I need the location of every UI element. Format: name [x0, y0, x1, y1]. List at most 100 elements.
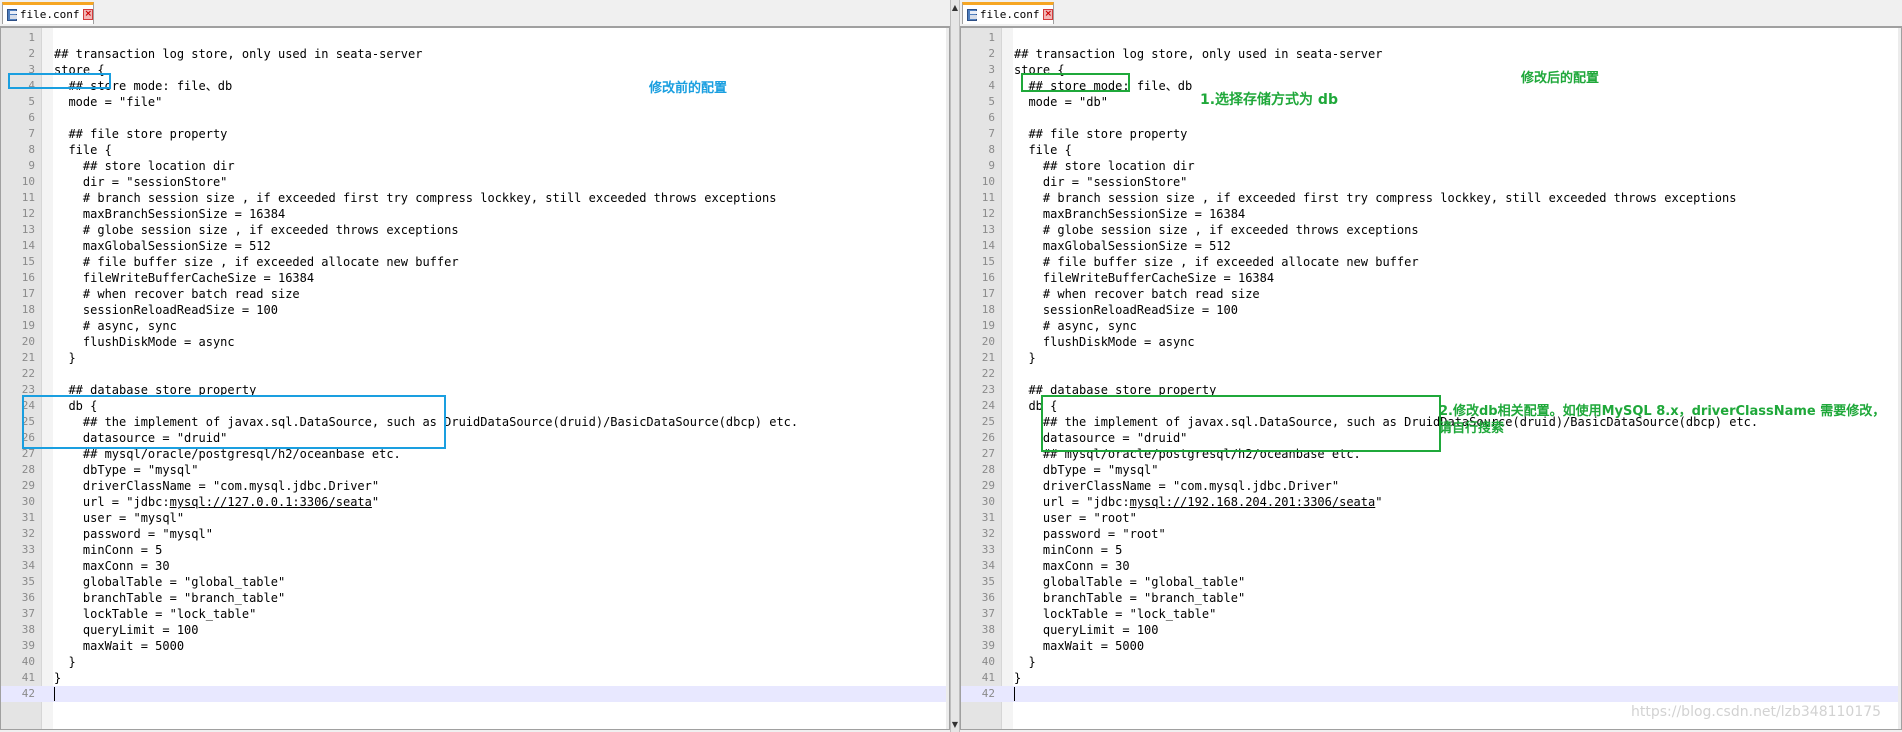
code-line[interactable]: 38 queryLimit = 100	[1, 622, 949, 638]
code-line[interactable]: 40 }	[1, 654, 949, 670]
code-line[interactable]: 35 globalTable = "global_table"	[1, 574, 949, 590]
code-line[interactable]: 34 maxConn = 30	[961, 558, 1901, 574]
code-line[interactable]: 37 lockTable = "lock_table"	[961, 606, 1901, 622]
code-line[interactable]: 10 dir = "sessionStore"	[1, 174, 949, 190]
code-line[interactable]: 12 maxBranchSessionSize = 16384	[1, 206, 949, 222]
code-line[interactable]: 19 # async, sync	[1, 318, 949, 334]
code-line[interactable]: 16 fileWriteBufferCacheSize = 16384	[961, 270, 1901, 286]
code-text: branchTable = "branch_table"	[54, 591, 286, 605]
code-line[interactable]: 31 user = "mysql"	[1, 510, 949, 526]
code-line[interactable]: 16 fileWriteBufferCacheSize = 16384	[1, 270, 949, 286]
code-line[interactable]: 32 password = "mysql"	[1, 526, 949, 542]
code-line[interactable]: 10 dir = "sessionStore"	[961, 174, 1901, 190]
code-line[interactable]: 14 maxGlobalSessionSize = 512	[1, 238, 949, 254]
code-text: sessionReloadReadSize = 100	[54, 303, 278, 317]
code-line[interactable]: 22	[961, 366, 1901, 382]
code-line[interactable]: 14 maxGlobalSessionSize = 512	[961, 238, 1901, 254]
code-line[interactable]: 18 sessionReloadReadSize = 100	[961, 302, 1901, 318]
code-line[interactable]: 17 # when recover batch read size	[961, 286, 1901, 302]
code-line[interactable]: 31 user = "root"	[961, 510, 1901, 526]
code-line[interactable]: 33 minConn = 5	[1, 542, 949, 558]
code-line[interactable]: 2 ## transaction log store, only used in …	[961, 46, 1901, 62]
code-line[interactable]: 15 # file buffer size , if exceeded allo…	[961, 254, 1901, 270]
code-line[interactable]: 36 branchTable = "branch_table"	[961, 590, 1901, 606]
code-line[interactable]: 13 # globe session size , if exceeded th…	[1, 222, 949, 238]
code-text: url = "jdbc:mysql://192.168.204.201:3306…	[1014, 495, 1383, 509]
code-line[interactable]: 21 }	[1, 350, 949, 366]
save-icon	[7, 8, 17, 21]
scrollbar-edge[interactable]	[1898, 28, 1901, 729]
code-line[interactable]: 30 url = "jdbc:mysql://127.0.0.1:3306/se…	[1, 494, 949, 510]
line-number: 7	[28, 127, 35, 140]
line-number: 38	[981, 623, 995, 636]
code-line[interactable]: 9 ## store location dir	[961, 158, 1901, 174]
line-number: 22	[21, 367, 35, 380]
code-line[interactable]: 7 ## file store property	[1, 126, 949, 142]
code-text: }	[1014, 655, 1036, 669]
code-line[interactable]: 11 # branch session size , if exceeded f…	[961, 190, 1901, 206]
code-editor[interactable]: 1 2 ## transaction log store, only used in…	[0, 27, 950, 730]
code-line[interactable]: 12 maxBranchSessionSize = 16384	[961, 206, 1901, 222]
line-number: 29	[981, 479, 995, 492]
code-line[interactable]: 36 branchTable = "branch_table"	[1, 590, 949, 606]
code-line[interactable]: 42	[1, 686, 949, 702]
code-line[interactable]: 29 driverClassName = "com.mysql.jdbc.Dri…	[1, 478, 949, 494]
code-line[interactable]: 8 file {	[961, 142, 1901, 158]
code-editor[interactable]: 1 2 ## transaction log store, only used in…	[960, 27, 1902, 730]
code-line[interactable]: 8 file {	[1, 142, 949, 158]
code-line[interactable]: 20 flushDiskMode = async	[961, 334, 1901, 350]
code-line[interactable]: 20 flushDiskMode = async	[1, 334, 949, 350]
code-line[interactable]: 18 sessionReloadReadSize = 100	[1, 302, 949, 318]
code-line[interactable]: 5 mode = "db"	[961, 94, 1901, 110]
code-line[interactable]: 28 dbType = "mysql"	[1, 462, 949, 478]
code-line[interactable]: 6	[1, 110, 949, 126]
line-number: 28	[21, 463, 35, 476]
code-line[interactable]: 19 # async, sync	[961, 318, 1901, 334]
code-line[interactable]: 5 mode = "file"	[1, 94, 949, 110]
line-number: 3	[988, 63, 995, 76]
line-number: 12	[21, 207, 35, 220]
line-number: 20	[981, 335, 995, 348]
code-line[interactable]: 39 maxWait = 5000	[1, 638, 949, 654]
code-line[interactable]: 33 minConn = 5	[961, 542, 1901, 558]
code-line[interactable]: 41}	[961, 670, 1901, 686]
code-line[interactable]: 15 # file buffer size , if exceeded allo…	[1, 254, 949, 270]
code-text: maxWait = 5000	[54, 639, 185, 653]
code-line[interactable]: 41}	[1, 670, 949, 686]
close-icon[interactable]: ×	[83, 9, 93, 20]
close-icon[interactable]: ×	[1043, 9, 1053, 20]
code-line[interactable]: 21 }	[961, 350, 1901, 366]
code-line[interactable]: 42	[961, 686, 1901, 702]
code-line[interactable]: 2 ## transaction log store, only used in …	[1, 46, 949, 62]
code-line[interactable]: 34 maxConn = 30	[1, 558, 949, 574]
code-line[interactable]: 17 # when recover batch read size	[1, 286, 949, 302]
code-line[interactable]: 38 queryLimit = 100	[961, 622, 1901, 638]
code-line[interactable]: 3 store {	[1, 62, 949, 78]
tab-file-conf[interactable]: file.conf ×	[2, 2, 94, 24]
code-text: queryLimit = 100	[1014, 623, 1159, 637]
code-line[interactable]: 29 driverClassName = "com.mysql.jdbc.Dri…	[961, 478, 1901, 494]
code-line[interactable]: 39 maxWait = 5000	[961, 638, 1901, 654]
line-number: 39	[981, 639, 995, 652]
line-number: 5	[28, 95, 35, 108]
code-line[interactable]: 35 globalTable = "global_table"	[961, 574, 1901, 590]
code-line[interactable]: 37 lockTable = "lock_table"	[1, 606, 949, 622]
code-line[interactable]: 40 }	[961, 654, 1901, 670]
code-line[interactable]: 4 ## store mode: file、db	[1, 78, 949, 94]
code-line[interactable]: 28 dbType = "mysql"	[961, 462, 1901, 478]
code-line[interactable]: 32 password = "root"	[961, 526, 1901, 542]
code-line[interactable]: 22	[1, 366, 949, 382]
view-splitter[interactable]: ▲ ▼	[950, 0, 960, 732]
code-line[interactable]: 9 ## store location dir	[1, 158, 949, 174]
code-line[interactable]: 1	[1, 30, 949, 46]
code-line[interactable]: 30 url = "jdbc:mysql://192.168.204.201:3…	[961, 494, 1901, 510]
code-line[interactable]: 1	[961, 30, 1901, 46]
code-line[interactable]: 13 # globe session size , if exceeded th…	[961, 222, 1901, 238]
code-line[interactable]: 7 ## file store property	[961, 126, 1901, 142]
tab-file-conf[interactable]: file.conf ×	[962, 2, 1054, 24]
code-line[interactable]: 11 # branch session size , if exceeded f…	[1, 190, 949, 206]
code-text: }	[54, 351, 76, 365]
code-line[interactable]: 6	[961, 110, 1901, 126]
line-number: 41	[981, 671, 995, 684]
scrollbar-edge[interactable]	[946, 28, 949, 729]
